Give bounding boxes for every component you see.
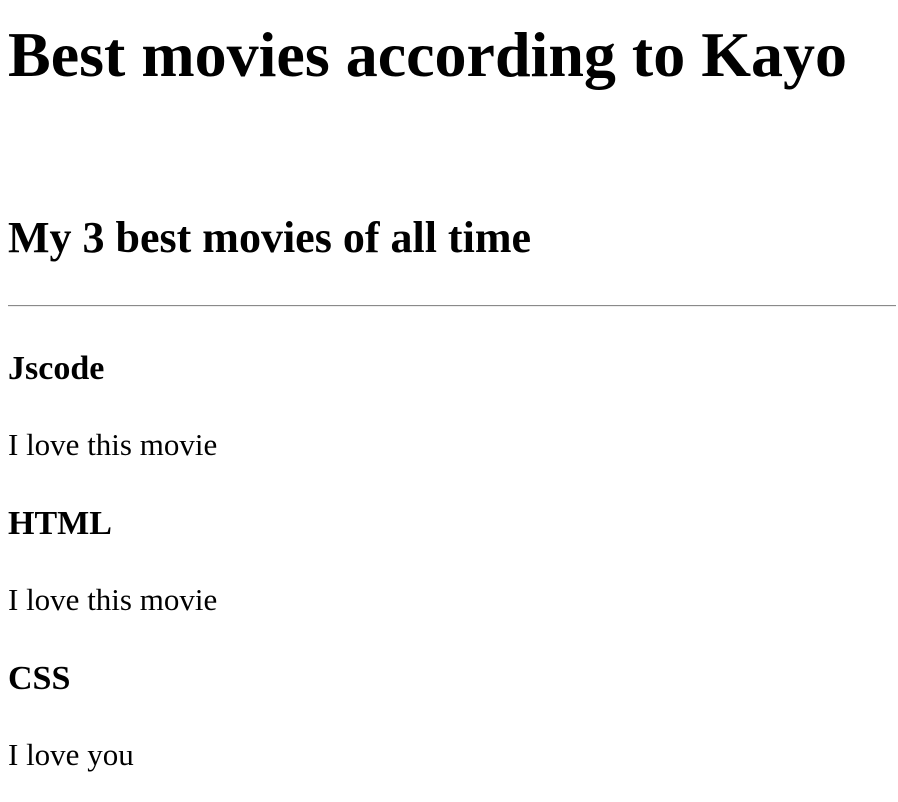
movie-title: CSS	[8, 660, 71, 697]
movie-description: I love this movie	[8, 582, 218, 617]
movie-title: HTML	[8, 505, 112, 542]
movie-title: Jscode	[8, 350, 105, 387]
movie-description: I love you	[8, 737, 134, 772]
page-title: Best movies according to Kayo	[8, 19, 847, 90]
movie-description: I love this movie	[8, 427, 218, 462]
divider	[8, 305, 896, 307]
section-heading: My 3 best movies of all time	[8, 213, 531, 262]
